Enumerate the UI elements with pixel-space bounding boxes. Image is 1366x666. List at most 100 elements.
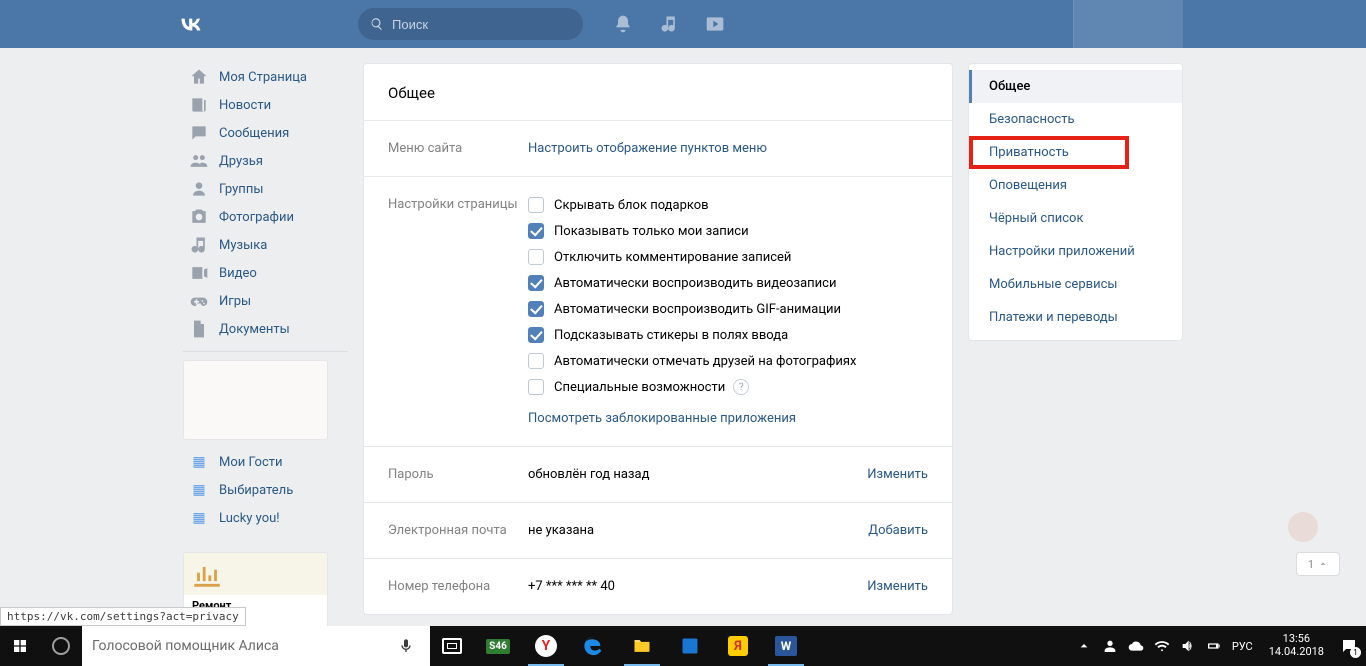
checkbox[interactable] — [528, 223, 544, 239]
sidebar-item-label: Друзья — [219, 154, 263, 169]
notifications-icon[interactable] — [613, 14, 633, 34]
settings-nav-item-6[interactable]: Мобильные сервисы — [969, 268, 1182, 301]
sidebar-item-label: Сообщения — [219, 126, 289, 141]
help-icon[interactable]: ? — [733, 379, 749, 395]
vk-logo[interactable] — [178, 0, 218, 48]
mic-button[interactable] — [382, 626, 430, 666]
sidebar-item-groups[interactable]: Группы — [183, 175, 348, 203]
field-label: Пароль — [388, 447, 528, 502]
assistant-avatar[interactable] — [1288, 512, 1318, 542]
start-button[interactable] — [0, 626, 40, 666]
sidebar-item-label: Документы — [219, 322, 290, 337]
checkbox[interactable] — [528, 197, 544, 213]
search-box[interactable] — [358, 8, 583, 40]
sidebar-app-0[interactable]: ▦Мои Гости — [183, 448, 348, 476]
tray-people-icon[interactable] — [1102, 638, 1118, 654]
sidebar-item-label: Выбиратель — [219, 483, 293, 498]
field-label: Электронная почта — [388, 503, 528, 558]
taskbar-search[interactable]: Голосовой помощник Алиса — [82, 626, 382, 666]
music-icon[interactable] — [659, 14, 679, 34]
setting-checkbox-row: Отключить комментирование записей — [528, 249, 928, 265]
taskbar-app-word[interactable]: W — [762, 626, 810, 666]
field-action-link[interactable]: Изменить — [867, 579, 928, 594]
browser-status-url: https://vk.com/settings?act=privacy — [0, 607, 246, 626]
taskbar-app-generic1[interactable] — [666, 626, 714, 666]
sidebar-item-label: Фотографии — [219, 210, 294, 225]
settings-nav-item-0[interactable]: Общее — [969, 70, 1182, 103]
tray-battery-icon[interactable] — [1206, 638, 1222, 654]
checkbox[interactable] — [528, 353, 544, 369]
settings-nav: ОбщееБезопасностьПриватностьОповещенияЧё… — [968, 63, 1183, 341]
taskbar-app-yandex[interactable]: Y — [522, 626, 570, 666]
sidebar-profile-widget[interactable] — [183, 360, 328, 440]
field-action-link[interactable]: Добавить — [868, 523, 928, 538]
setting-checkbox-row: Автоматически отмечать друзей на фотогра… — [528, 353, 928, 369]
field-action-link[interactable]: Изменить — [867, 467, 928, 482]
tray-language[interactable]: РУС — [1232, 640, 1253, 653]
search-input[interactable] — [392, 17, 552, 32]
settings-nav-item-4[interactable]: Чёрный список — [969, 202, 1182, 235]
sidebar-app-2[interactable]: ▦Lucky you! — [183, 504, 348, 532]
sidebar-item-video[interactable]: Видео — [183, 259, 348, 287]
sidebar-item-music[interactable]: Музыка — [183, 231, 348, 259]
settings-nav-item-3[interactable]: Оповещения — [969, 169, 1182, 202]
configure-menu-link[interactable]: Настроить отображение пунктов меню — [528, 141, 767, 156]
cortana-button[interactable] — [40, 626, 82, 666]
sidebar-item-msg[interactable]: Сообщения — [183, 119, 348, 147]
home-icon — [189, 67, 209, 87]
tray-chevron-up-icon[interactable] — [1076, 638, 1092, 654]
settings-nav-item-5[interactable]: Настройки приложений — [969, 235, 1182, 268]
vk-header — [0, 0, 1366, 48]
msg-icon — [189, 123, 209, 143]
friends-icon — [189, 151, 209, 171]
settings-nav-item-2[interactable]: Приватность — [969, 136, 1129, 169]
field-label: Номер телефона — [388, 559, 528, 614]
setting-checkbox-row: Автоматически воспроизводить GIF-анимаци… — [528, 301, 928, 317]
tray-wifi-icon[interactable] — [1154, 638, 1170, 654]
settings-nav-item-1[interactable]: Безопасность — [969, 103, 1182, 136]
tray-action-center[interactable]: 1 — [1340, 637, 1358, 655]
profile-menu[interactable] — [1073, 0, 1183, 48]
sidebar-item-news[interactable]: Новости — [183, 91, 348, 119]
video-icon — [189, 263, 209, 283]
checkbox-label: Показывать только мои записи — [554, 224, 749, 239]
taskbar-app-edge[interactable] — [570, 626, 618, 666]
sidebar-item-label: Игры — [219, 294, 251, 309]
sidebar-item-docs[interactable]: Документы — [183, 315, 348, 343]
field-value: +7 *** *** ** 40 — [528, 579, 615, 594]
tray-notif-badge: 1 — [1350, 647, 1361, 658]
music-icon — [189, 235, 209, 255]
video-play-icon[interactable] — [705, 14, 725, 34]
tray-clock[interactable]: 13:56 14.04.2018 — [1263, 633, 1330, 658]
menu-section-label: Меню сайта — [388, 121, 528, 176]
checkbox[interactable] — [528, 249, 544, 265]
sidebar-app-1[interactable]: ▦Выбиратель — [183, 476, 348, 504]
sidebar-item-games[interactable]: Игры — [183, 287, 348, 315]
taskbar-app-yandex2[interactable]: Я — [714, 626, 762, 666]
taskbar-app-s46[interactable]: S46 — [474, 626, 522, 666]
setting-checkbox-row: Автоматически воспроизводить видеозаписи — [528, 275, 928, 291]
checkbox[interactable] — [528, 301, 544, 317]
checkbox-label: Специальные возможности — [554, 380, 725, 395]
checkbox-label: Автоматически воспроизводить видеозаписи — [554, 276, 836, 291]
scroll-counter[interactable]: 1 — [1296, 552, 1340, 576]
sidebar-item-label: Музыка — [219, 238, 267, 253]
checkbox-label: Автоматически воспроизводить GIF-анимаци… — [554, 302, 841, 317]
checkbox[interactable] — [528, 379, 544, 395]
task-view-button[interactable] — [430, 626, 474, 666]
settings-nav-item-7[interactable]: Платежи и переводы — [969, 301, 1182, 334]
sidebar-item-home[interactable]: Моя Страница — [183, 63, 348, 91]
tray-cloud-icon[interactable] — [1128, 638, 1144, 654]
sidebar-item-friends[interactable]: Друзья — [183, 147, 348, 175]
checkbox[interactable] — [528, 327, 544, 343]
app-icon: ▦ — [189, 452, 209, 472]
tray-volume-icon[interactable] — [1180, 638, 1196, 654]
checkbox[interactable] — [528, 275, 544, 291]
groups-icon — [189, 179, 209, 199]
blocked-apps-link[interactable]: Посмотреть заблокированные приложения — [528, 411, 796, 426]
taskbar-app-explorer[interactable] — [618, 626, 666, 666]
setting-checkbox-row: Подсказывать стикеры в полях ввода — [528, 327, 928, 343]
sidebar-item-photo[interactable]: Фотографии — [183, 203, 348, 231]
taskbar-search-text: Голосовой помощник Алиса — [92, 638, 279, 654]
setting-checkbox-row: Скрывать блок подарков — [528, 197, 928, 213]
